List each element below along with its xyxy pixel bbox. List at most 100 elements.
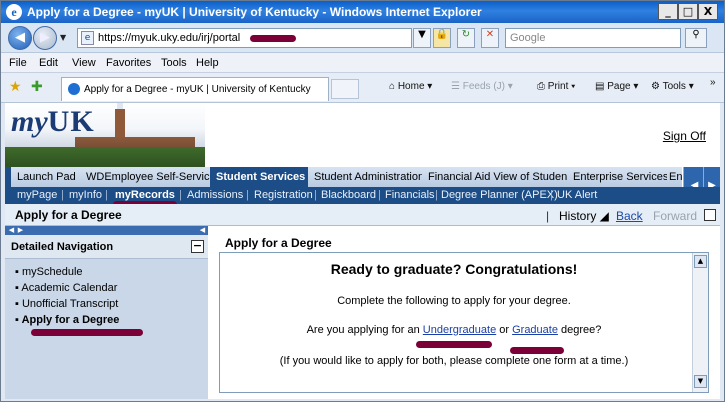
subtab-uk-alert[interactable]: UK Alert [557,189,597,201]
collapse-panel-icon[interactable]: ◀ [198,226,207,235]
address-bar-row: ◀ ▶ ▼ e https://myuk.uky.edu/irj/portal … [1,23,724,53]
address-dropdown-icon[interactable]: ▼ [413,28,431,48]
home-label: Home [397,81,425,92]
nav-item-label: Academic Calendar [21,282,118,294]
menu-edit[interactable]: Edit [39,57,58,69]
question-suffix: degree? [561,324,602,336]
nav-item-unofficial-transcript[interactable]: ▪ Unofficial Transcript [15,298,118,310]
nav-item-apply-for-degree[interactable]: ▪ Apply for a Degree [15,314,119,326]
nav-item-label: mySchedule [21,266,83,278]
back-arrow-icon[interactable]: ◀ [8,26,32,50]
page-button[interactable]: ▤ Page ▾ [595,81,638,92]
subtab-myrecords[interactable]: myRecords [115,189,175,201]
tools-label: Tools [662,81,686,92]
logo-uk: UK [47,105,95,138]
title-bar: e Apply for a Degree - myUK | University… [1,1,724,23]
subtab-mypage[interactable]: myPage [17,189,57,201]
browser-window: e Apply for a Degree - myUK | University… [0,0,725,402]
menu-favorites[interactable]: Favorites [106,57,151,69]
question-prefix: Are you applying for an [306,324,420,336]
graduate-link[interactable]: Graduate [512,324,558,336]
maximize-button[interactable]: □ [678,3,698,20]
search-icon[interactable]: ⚲ [685,28,707,48]
print-label: Print [547,81,569,92]
feeds-label: Feeds (J) [462,81,505,92]
portal-banner: myUK Sign Off [5,103,720,167]
tab-enterprise-services[interactable]: Enterprise Services [567,167,676,187]
lock-icon[interactable]: 🔒 [433,28,451,48]
new-tab-button[interactable] [331,79,359,99]
search-input[interactable]: Google [505,28,681,48]
logo-area: myUK [5,103,205,167]
window-title: Apply for a Degree - myUK | University o… [27,5,482,19]
tab-apply-for-degree[interactable]: Apply for a Degree - myUK | University o… [61,77,329,101]
add-favorites-icon[interactable]: ✚ [31,79,43,95]
redaction-mark [510,347,564,354]
detailed-navigation-header: Detailed Navigation − [5,235,208,259]
more-commands-button[interactable]: » [710,77,716,88]
nav-item-academic-calendar[interactable]: ▪ Academic Calendar [15,282,117,294]
tools-button[interactable]: ⚙ Tools ▾ [651,81,694,92]
redaction-mark [31,329,143,336]
url-text: https://myuk.uky.edu/irj/portal [98,32,241,44]
tab-wdemployee-self-service[interactable]: WDEmployee Self-Service [80,167,223,187]
page-title-bar: Apply for a Degree | History ◢ Back Forw… [5,204,720,226]
page-icon: e [81,31,94,45]
subtab-degree-planner[interactable]: Degree Planner (APEX) [441,189,558,201]
expand-right-icon[interactable]: ▶ [16,226,25,235]
feeds-button[interactable]: ☰ Feeds (J) ▾ [451,81,513,92]
scroll-up-icon[interactable]: ▲ [694,255,707,268]
refresh-icon[interactable]: ↻ [457,28,475,48]
nav-item-label: Apply for a Degree [21,314,120,326]
page-title: Apply for a Degree [15,208,122,222]
ie-logo-icon: e [6,4,22,20]
menu-view[interactable]: View [72,57,96,69]
forward-arrow-icon[interactable]: ▶ [33,26,57,50]
subtab-blackboard[interactable]: Blackboard [321,189,376,201]
tab-student-administration[interactable]: Student Administration [308,167,432,187]
collapse-left-icon[interactable]: ◀ [7,226,16,235]
print-page-icon[interactable] [704,209,716,221]
close-button[interactable]: X [698,3,718,20]
undergraduate-link[interactable]: Undergraduate [423,324,496,336]
nav-item-myschedule[interactable]: ▪ mySchedule [15,266,83,278]
menu-help[interactable]: Help [196,57,219,69]
subtab-admissions[interactable]: Admissions [187,189,243,201]
subtab-myinfo[interactable]: myInfo [69,189,102,201]
collapse-minus-icon[interactable]: − [191,240,204,253]
forward-link: Forward [653,209,698,223]
detailed-navigation-title: Detailed Navigation [11,241,114,253]
favorites-star-icon[interactable]: ★ [9,79,22,95]
menu-file[interactable]: File [9,57,27,69]
recent-pages-dropdown-icon[interactable]: ▼ [60,33,66,42]
content-title: Apply for a Degree [225,236,332,250]
address-input[interactable]: e https://myuk.uky.edu/irj/portal [77,28,412,48]
sub-navigation: myPage | myInfo | myRecords | Admissions… [5,187,720,204]
sign-off-link[interactable]: Sign Off [663,129,706,143]
detailed-navigation-panel: ◀ ▶ ◀ Detailed Navigation − ▪ mySchedule… [5,226,208,399]
top-navigation: Launch Pad WDEmployee Self-Service Stude… [5,167,720,187]
scroll-down-icon[interactable]: ▼ [694,375,707,388]
stop-icon[interactable]: ✕ [481,28,499,48]
minimize-button[interactable]: _ [658,3,678,20]
menu-tools[interactable]: Tools [161,57,187,69]
redaction-mark [250,35,296,42]
print-button[interactable]: ⎙ Print ▾ [537,81,575,92]
content-scrollbar[interactable]: ▲ ▼ [692,253,708,392]
logo-my: my [11,105,48,138]
back-link[interactable]: Back [616,209,643,223]
tab-student-services[interactable]: Student Services [210,167,313,187]
search-placeholder: Google [510,32,546,44]
subtab-financials[interactable]: Financials [385,189,435,201]
subtab-registration[interactable]: Registration [254,189,313,201]
tab-launch-pad[interactable]: Launch Pad [11,167,83,187]
home-button[interactable]: ⌂ Home ▾ [389,81,432,92]
myuk-logo[interactable]: myUK [11,105,95,139]
tab-overflow[interactable]: En [667,167,683,187]
history-dropdown[interactable]: History ◢ [559,209,609,223]
instructions-line: Complete the following to apply for your… [337,295,571,307]
degree-question: Are you applying for an Undergraduate or… [220,324,688,336]
menu-bar: File Edit View Favorites Tools Help [1,53,724,73]
main-content: Apply for a Degree Ready to graduate? Co… [213,226,720,399]
tab-financial-aid-view[interactable]: Financial Aid View of Student [422,167,578,187]
